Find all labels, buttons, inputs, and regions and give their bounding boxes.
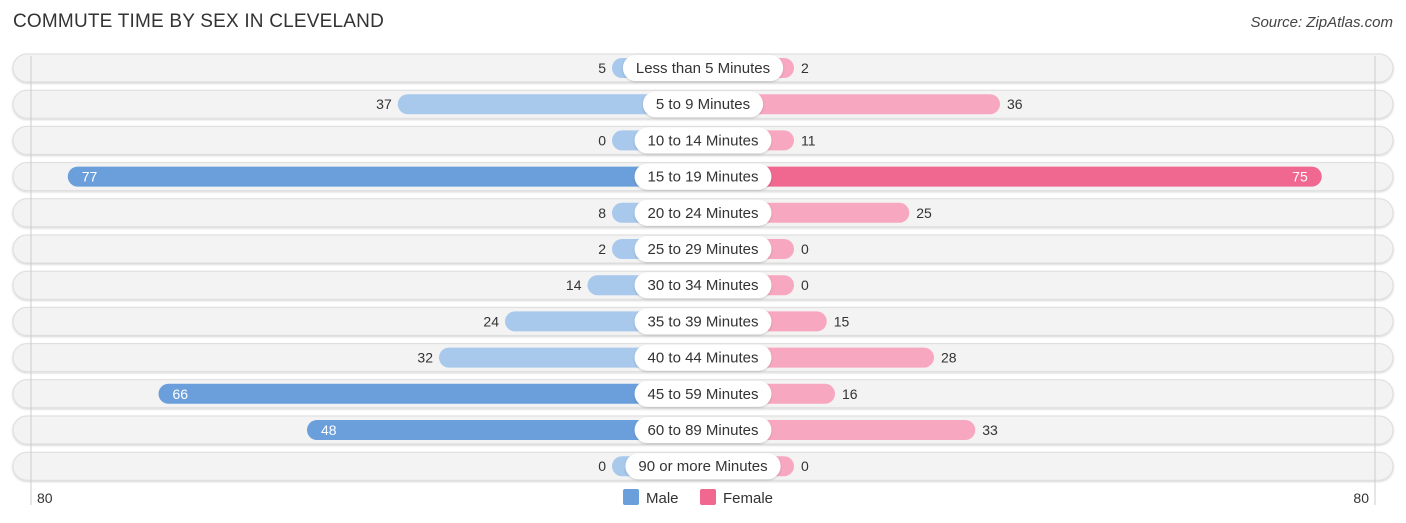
value-label-female: 16 <box>842 386 858 402</box>
chart-row: 37 36 5 to 9 Minutes <box>12 89 1394 119</box>
value-label-female: 2 <box>801 60 809 76</box>
value-label-female: 28 <box>941 350 957 366</box>
chart-row: 77 75 15 to 19 Minutes <box>12 162 1394 192</box>
category-label: 10 to 14 Minutes <box>648 132 759 149</box>
category-label: 45 to 59 Minutes <box>648 386 759 403</box>
chart-row: 8 25 20 to 24 Minutes <box>12 198 1394 228</box>
chart-row: 2 0 25 to 29 Minutes <box>12 234 1394 264</box>
value-label-male: 48 <box>321 422 337 438</box>
legend-swatch-male <box>623 489 639 505</box>
value-label-female: 36 <box>1007 96 1023 112</box>
chart-row: 0 0 90 or more Minutes <box>12 451 1394 481</box>
value-label-female: 25 <box>916 205 932 221</box>
category-label: 60 to 89 Minutes <box>648 422 759 439</box>
value-label-female: 15 <box>834 313 850 329</box>
value-label-male: 37 <box>376 96 392 112</box>
value-label-male: 8 <box>598 205 606 221</box>
value-label-female: 11 <box>801 132 816 148</box>
chart-svg: 5 2 Less than 5 Minutes 37 36 5 to 9 Minutes 0… <box>12 53 1394 507</box>
bar-male[interactable] <box>158 383 704 404</box>
chart-row: 66 16 45 to 59 Minutes <box>12 379 1394 409</box>
value-label-male: 14 <box>566 277 582 293</box>
chart-row: 48 33 60 to 89 Minutes <box>12 415 1394 445</box>
category-label: 5 to 9 Minutes <box>656 96 750 113</box>
value-label-male: 5 <box>598 60 606 76</box>
chart-row: 0 11 10 to 14 Minutes <box>12 125 1394 155</box>
value-label-male: 77 <box>82 169 98 185</box>
value-label-male: 66 <box>173 386 189 402</box>
value-label-male: 2 <box>598 241 606 257</box>
chart-row: 24 15 35 to 39 Minutes <box>12 306 1394 336</box>
value-label-female: 0 <box>801 458 809 474</box>
value-label-female: 75 <box>1292 169 1308 185</box>
category-label: Less than 5 Minutes <box>636 60 770 77</box>
value-label-male: 24 <box>483 313 499 329</box>
bar-male[interactable] <box>67 166 703 187</box>
axis-label-right: 80 <box>1353 490 1369 506</box>
category-label: 90 or more Minutes <box>638 458 767 475</box>
legend-label-male: Male <box>646 490 679 507</box>
axis-label-left: 80 <box>37 490 53 506</box>
bar-female[interactable] <box>703 166 1322 187</box>
category-label: 20 to 24 Minutes <box>648 205 759 222</box>
category-label: 35 to 39 Minutes <box>648 313 759 330</box>
chart-row: 14 0 30 to 34 Minutes <box>12 270 1394 300</box>
category-label: 15 to 19 Minutes <box>648 169 759 186</box>
category-label: 25 to 29 Minutes <box>648 241 759 258</box>
value-label-male: 0 <box>598 132 606 148</box>
value-label-female: 0 <box>801 241 809 257</box>
legend-label-female: Female <box>723 490 773 507</box>
chart-row: 5 2 Less than 5 Minutes <box>12 53 1394 83</box>
category-label: 40 to 44 Minutes <box>648 350 759 367</box>
value-label-female: 33 <box>982 422 998 438</box>
legend-swatch-female <box>700 489 716 505</box>
value-label-female: 0 <box>801 277 809 293</box>
value-label-male: 32 <box>417 350 433 366</box>
value-label-male: 0 <box>598 458 606 474</box>
category-label: 30 to 34 Minutes <box>648 277 759 294</box>
chart-row: 32 28 40 to 44 Minutes <box>12 343 1394 373</box>
